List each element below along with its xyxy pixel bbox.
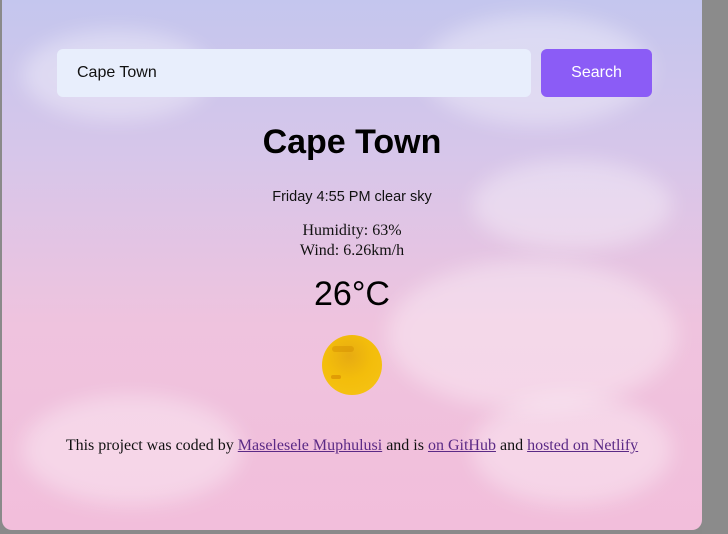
humidity-value: Humidity: 63% — [302, 222, 402, 239]
right-gutter — [702, 0, 728, 534]
footer-connector: and — [495, 437, 528, 454]
netlify-link[interactable]: hosted on Netlify — [527, 437, 638, 454]
city-search-input[interactable] — [57, 49, 531, 97]
footer-prefix: This project was coded by — [65, 437, 238, 454]
wind-value: Wind: 6.26km/h — [299, 242, 405, 259]
temperature: 26°C — [314, 275, 390, 313]
weather-app-card: Search Cape Town Friday 4:55 PM clear sk… — [2, 0, 702, 530]
search-button[interactable]: Search — [541, 49, 652, 97]
weather-details: Humidity: 63% Wind: 6.26km/h — [2, 221, 702, 261]
city-name: Cape Town — [262, 123, 442, 161]
github-link[interactable]: on GitHub — [428, 437, 496, 454]
search-form: Search — [57, 49, 652, 97]
screen: Search Cape Town Friday 4:55 PM clear sk… — [0, 0, 728, 534]
footer-middle: and is — [382, 437, 428, 454]
footer-credits: This project was coded by Maselesele Mup… — [57, 436, 647, 456]
date-time-description: Friday 4:55 PM clear sky — [272, 189, 432, 205]
author-link[interactable]: Maselesele Muphulusi — [238, 437, 382, 454]
sun-icon — [322, 335, 382, 395]
